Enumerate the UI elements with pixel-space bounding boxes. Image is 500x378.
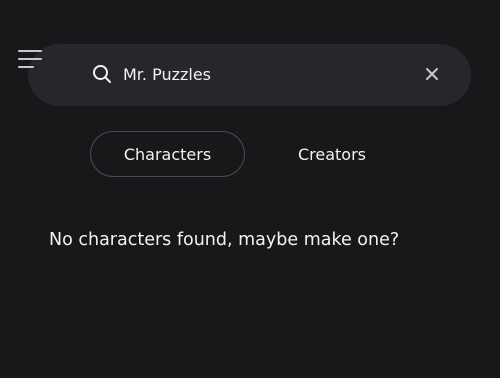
tab-characters[interactable]: Characters: [90, 131, 245, 177]
search-screen: Characters Creators No characters found,…: [0, 0, 500, 378]
empty-results-message: No characters found, maybe make one?: [49, 230, 400, 250]
search-icon: [93, 65, 111, 83]
tab-creators[interactable]: Creators: [262, 131, 402, 177]
close-icon[interactable]: [421, 63, 443, 85]
search-input[interactable]: [123, 58, 403, 90]
hamburger-menu-icon[interactable]: [18, 50, 48, 76]
